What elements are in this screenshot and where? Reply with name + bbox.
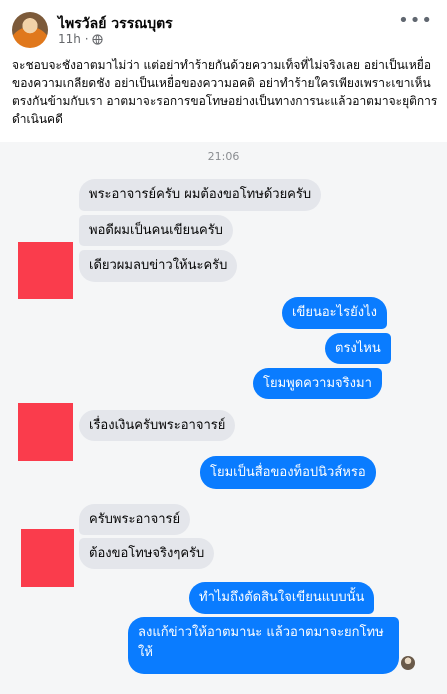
- incoming-message: พระอาจารย์ครับ ผมต้องขอโทษด้วยครับ: [79, 179, 322, 211]
- globe-icon: [91, 33, 103, 45]
- post-time[interactable]: 11h ·: [58, 32, 89, 46]
- outgoing-message: ลงแก้ข่าวให้อาตมานะ แล้วอาตมาจะยกโทษให้: [128, 617, 399, 674]
- outgoing-message: เขียนอะไรยังไง: [282, 297, 387, 329]
- outgoing-message: โยมเป็นสื่อของท็อปนิวส์หรอ: [200, 456, 376, 489]
- post-caption: จะชอบจะชังอาตมาไม่ว่า แต่อย่าทำร้ายกันด้…: [12, 58, 438, 126]
- incoming-message: เดียวผมลบข่าวให้นะครับ: [79, 250, 238, 282]
- facebook-post-header: ไพรวัลย์ วรรณบุตร 11h · ••• จะชอบจะชังอา…: [0, 0, 447, 142]
- outgoing-message: ทำไมถึงตัดสินใจเขียนแบบนั้น: [189, 582, 375, 614]
- incoming-message: ต้องขอโทษจริงๆครับ: [79, 538, 215, 569]
- more-options-icon[interactable]: •••: [398, 12, 433, 30]
- outgoing-message: โยมพูดความจริงมา: [253, 368, 382, 399]
- chat-timestamp: 21:06: [207, 150, 240, 163]
- author-avatar[interactable]: [12, 12, 48, 48]
- post-meta: 11h ·: [58, 32, 103, 46]
- read-receipt-avatar: [401, 656, 415, 670]
- redacted-avatar: [18, 242, 73, 299]
- outgoing-message: ตรงไหน: [325, 333, 391, 364]
- incoming-message: เรื่องเงินครับพระอาจารย์: [79, 410, 236, 441]
- redacted-avatar: [18, 403, 73, 461]
- redacted-avatar: [21, 529, 74, 587]
- incoming-message: ครับพระอาจารย์: [79, 504, 191, 535]
- incoming-message: พอดีผมเป็นคนเขียนครับ: [79, 215, 233, 246]
